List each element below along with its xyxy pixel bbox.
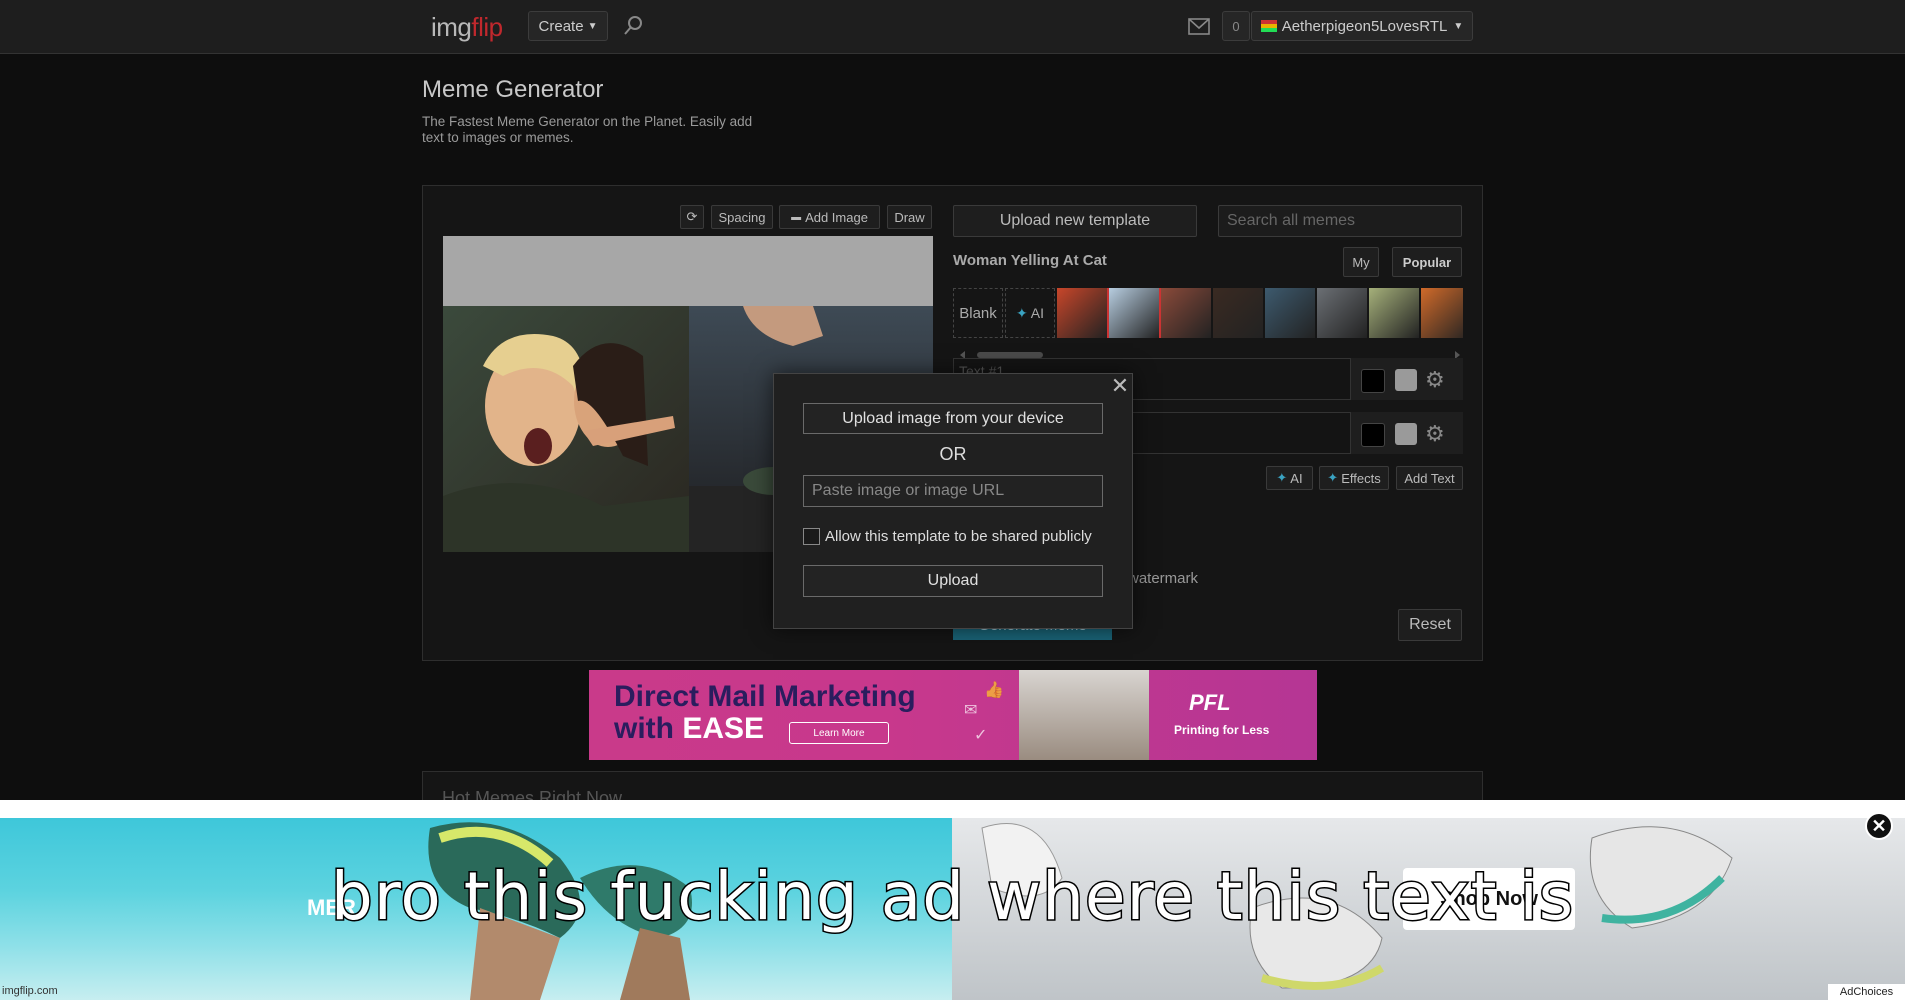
template-thumbnail[interactable]: [1265, 288, 1315, 338]
text-color-swatch[interactable]: [1395, 369, 1417, 391]
notification-count[interactable]: 0: [1222, 11, 1250, 41]
close-ad-icon[interactable]: ✕: [1865, 812, 1893, 840]
ai-button[interactable]: ✦ AI: [1266, 466, 1313, 490]
adchoices-link[interactable]: AdChoices: [1828, 984, 1905, 1000]
close-icon[interactable]: ✕: [1110, 373, 1130, 398]
tab-my[interactable]: My: [1343, 247, 1379, 277]
search-memes-input[interactable]: Search all memes: [1218, 205, 1462, 237]
add-text-button[interactable]: Add Text: [1396, 466, 1463, 490]
blank-template-tile[interactable]: Blank: [953, 288, 1003, 338]
or-divider: OR: [939, 444, 967, 464]
envelope-icon: ✉: [964, 702, 978, 719]
outline-color-swatch[interactable]: [1361, 423, 1385, 447]
draw-button[interactable]: Draw: [887, 205, 932, 229]
thumbnail-scrollbar[interactable]: [960, 346, 1460, 359]
rotate-icon: ⟳: [686, 209, 698, 224]
user-menu-button[interactable]: Aetherpigeon5LovesRTL ▼: [1251, 11, 1473, 41]
effects-label: Effects: [1341, 470, 1381, 486]
ad-headline-2a: with: [614, 712, 683, 745]
template-name: Woman Yelling At Cat: [953, 252, 1107, 269]
ad-banner[interactable]: Direct Mail Marketing with EASE Learn Mor…: [589, 670, 1317, 760]
template-thumbnail-strip: Blank ✦ AI: [953, 288, 1463, 338]
ad-brand-sub: Printing for Less: [1174, 723, 1270, 737]
settings-gear-icon[interactable]: ⚙: [1425, 367, 1445, 393]
template-thumbnail[interactable]: [1057, 288, 1107, 338]
ai-tile-label: AI: [1030, 305, 1044, 321]
text-color-swatch[interactable]: [1395, 423, 1417, 445]
ad-learn-more-button[interactable]: Learn More: [789, 722, 889, 744]
logo-text-img: img: [431, 12, 472, 42]
site-watermark: imgflip.com: [2, 985, 58, 997]
caret-down-icon: ▼: [1453, 20, 1464, 32]
template-thumbnail[interactable]: [1421, 288, 1463, 338]
sparkle-icon: ✦: [1327, 470, 1339, 485]
ad-brand: PFL: [1189, 690, 1231, 715]
ad-headline-1: Direct Mail Marketing: [614, 680, 916, 713]
upload-new-template-button[interactable]: Upload new template: [953, 205, 1197, 237]
create-label: Create: [538, 17, 584, 35]
reset-button[interactable]: Reset: [1398, 609, 1462, 641]
ad-person-image: [1019, 670, 1149, 760]
user-flag-icon: [1260, 20, 1277, 32]
page-subtitle: The Fastest Meme Generator on the Planet…: [422, 114, 753, 145]
meme-caption-text: bro this fucking ad where this text is: [329, 857, 1575, 937]
tab-popular[interactable]: Popular: [1392, 247, 1462, 277]
watermark-option-label: watermark: [1128, 570, 1199, 587]
imgflip-logo[interactable]: imgflip: [431, 12, 503, 43]
top-nav: [0, 0, 1905, 54]
caret-down-icon: ▼: [587, 20, 598, 32]
check-circle-icon: ✓: [974, 727, 988, 744]
add-image-label: Add Image: [805, 209, 868, 225]
ai-button-label: AI: [1290, 470, 1303, 486]
image-icon: ▬: [791, 211, 802, 223]
outline-color-swatch[interactable]: [1361, 369, 1385, 393]
template-thumbnail[interactable]: [1213, 288, 1263, 338]
ad-headline-2b: EASE: [682, 712, 765, 745]
page-title: Meme Generator: [422, 76, 604, 103]
template-thumbnail[interactable]: [1317, 288, 1367, 338]
meme-canvas-spacing[interactable]: [443, 236, 933, 306]
upload-from-device-button[interactable]: Upload image from your device: [803, 403, 1103, 434]
template-thumbnail[interactable]: [1107, 288, 1161, 338]
thumbs-up-icon: 👍: [984, 682, 1004, 699]
rotate-button[interactable]: ⟳: [680, 205, 704, 229]
template-thumbnail[interactable]: [1161, 288, 1211, 338]
sparkle-icon: ✦: [1276, 470, 1288, 485]
create-menu-button[interactable]: Create ▼: [528, 11, 608, 41]
spacing-button[interactable]: Spacing: [711, 205, 773, 229]
ai-template-tile[interactable]: ✦ AI: [1005, 288, 1055, 338]
sparkle-icon: ✦: [1016, 304, 1028, 321]
effects-button[interactable]: ✦ Effects: [1319, 466, 1389, 490]
settings-gear-icon[interactable]: ⚙: [1425, 421, 1445, 447]
mail-icon[interactable]: [1188, 18, 1210, 35]
add-image-button[interactable]: ▬ Add Image: [779, 205, 880, 229]
search-icon[interactable]: [622, 14, 646, 38]
template-thumbnail[interactable]: [1369, 288, 1419, 338]
share-publicly-label[interactable]: Allow this template to be shared publicl…: [825, 528, 1092, 545]
username: Aetherpigeon5LovesRTL: [1281, 17, 1448, 35]
share-publicly-checkbox[interactable]: [803, 528, 820, 545]
logo-text-flip: flip: [471, 12, 503, 42]
upload-button[interactable]: Upload: [803, 565, 1103, 597]
image-url-input[interactable]: Paste image or image URL: [803, 475, 1103, 507]
